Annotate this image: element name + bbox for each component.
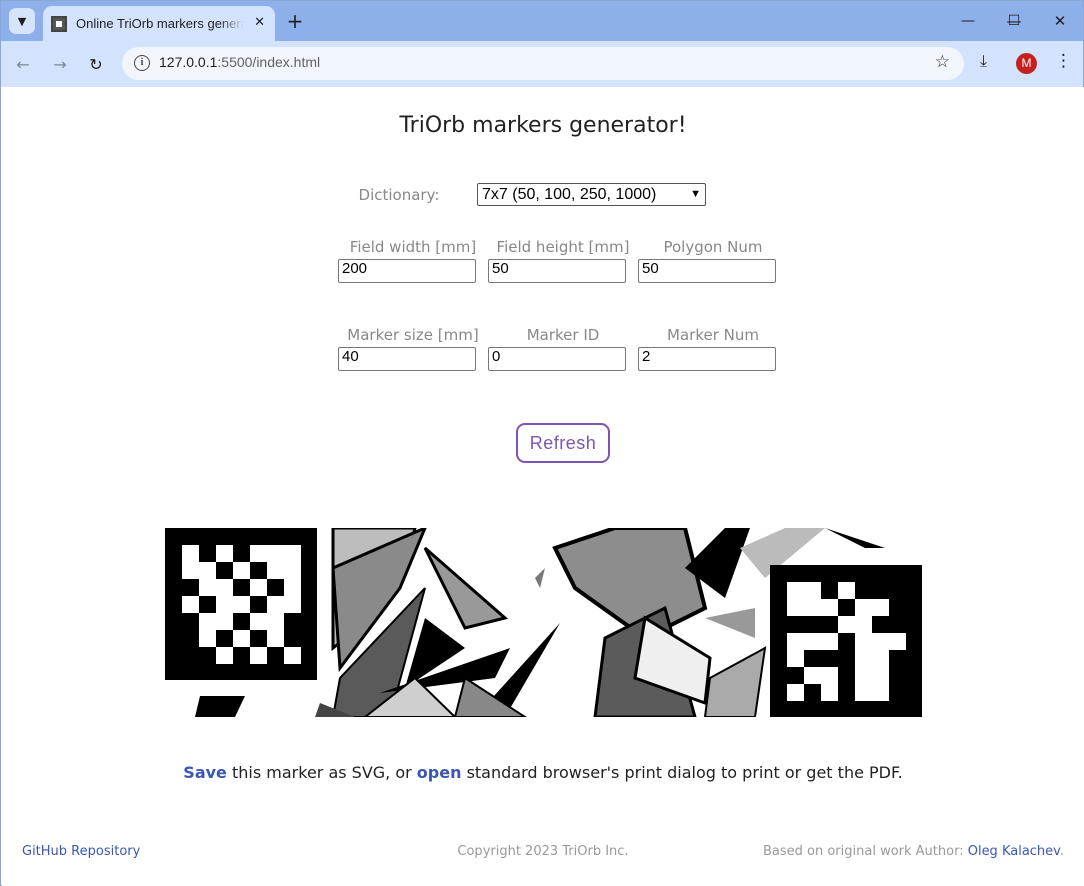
marker-id-input[interactable]: 0 <box>488 347 626 371</box>
page-content: TriOrb markers generator! Dictionary: 7x… <box>2 87 1084 886</box>
marker-preview <box>165 528 922 717</box>
new-tab-button[interactable]: + <box>285 9 305 33</box>
download-icon[interactable]: ⤓ <box>980 51 987 71</box>
field-height-label: Field height [mm] <box>496 238 630 256</box>
marker-size-input[interactable]: 40 <box>338 347 476 371</box>
forward-arrow-icon[interactable]: → <box>48 52 72 76</box>
author-suffix: . <box>1059 844 1064 859</box>
open-link[interactable]: open <box>417 763 462 782</box>
save-instructions: Save this marker as SVG, or open standar… <box>2 763 1084 782</box>
save-link[interactable]: Save <box>183 763 227 782</box>
save-text-2: standard browser's print dialog to print… <box>461 763 903 782</box>
maximize-button[interactable]: ☐ <box>991 1 1037 41</box>
aruco-marker-left <box>165 528 317 680</box>
favicon-icon <box>51 15 67 32</box>
polygon-num-label: Polygon Num <box>663 238 763 256</box>
reload-icon[interactable]: ↻ <box>84 52 108 76</box>
dictionary-value: 7x7 (50, 100, 250, 1000) <box>482 186 657 203</box>
title-bar: ▼ Online TriOrb markers generator ✕ + — <box>1 1 1083 41</box>
back-arrow-icon[interactable]: ← <box>11 52 35 76</box>
page-title: TriOrb markers generator! <box>399 113 687 138</box>
footer-right: Based on original work Author: Oleg Kala… <box>763 844 1064 859</box>
site-info-icon[interactable]: i <box>134 55 150 71</box>
field-width-label: Field width [mm] <box>349 238 477 256</box>
address-bar[interactable]: i 127.0.0.1:5500/index.html ☆ <box>122 47 964 80</box>
field-height-input[interactable]: 50 <box>488 259 626 283</box>
bookmark-star-icon[interactable]: ☆ <box>935 52 950 72</box>
marker-num-input[interactable]: 2 <box>638 347 776 371</box>
polygon-num-input[interactable]: 50 <box>638 259 776 283</box>
tab-close-icon[interactable]: ✕ <box>254 15 265 30</box>
dictionary-select[interactable]: 7x7 (50, 100, 250, 1000) ▼ <box>477 183 706 206</box>
refresh-button[interactable]: Refresh <box>516 423 610 463</box>
based-on-text: Based on original work Author: <box>762 844 968 859</box>
menu-kebab-icon[interactable]: ⋮ <box>1055 51 1072 71</box>
marker-id-label: Marker ID <box>526 326 600 344</box>
minimize-button-glyph[interactable]: — <box>945 1 991 41</box>
browser-toolbar: ← → ↻ i 127.0.0.1:5500/index.html ☆ ⤓ M … <box>1 41 1083 87</box>
author-link[interactable]: Oleg Kalachev <box>968 844 1060 859</box>
close-window-button[interactable]: ✕ <box>1037 1 1083 41</box>
tab-title: Online TriOrb markers generator <box>76 16 244 31</box>
chevron-down-icon: ▼ <box>17 14 27 28</box>
save-text-1: this marker as SVG, or <box>226 763 417 782</box>
chevron-down-icon: ▼ <box>690 188 701 200</box>
dictionary-label: Dictionary: <box>358 186 440 204</box>
browser-window: ▼ Online TriOrb markers generator ✕ + — … <box>0 0 1084 886</box>
aruco-marker-right <box>770 565 922 717</box>
browser-tab[interactable]: Online TriOrb markers generator ✕ <box>43 6 275 41</box>
marker-num-label: Marker Num <box>667 326 759 344</box>
profile-avatar[interactable]: M <box>1016 53 1037 74</box>
field-width-input[interactable]: 200 <box>338 259 476 283</box>
url-text: 127.0.0.1:5500/index.html <box>159 54 321 70</box>
marker-size-label: Marker size [mm] <box>347 326 479 344</box>
tab-search-button[interactable]: ▼ <box>9 8 35 34</box>
